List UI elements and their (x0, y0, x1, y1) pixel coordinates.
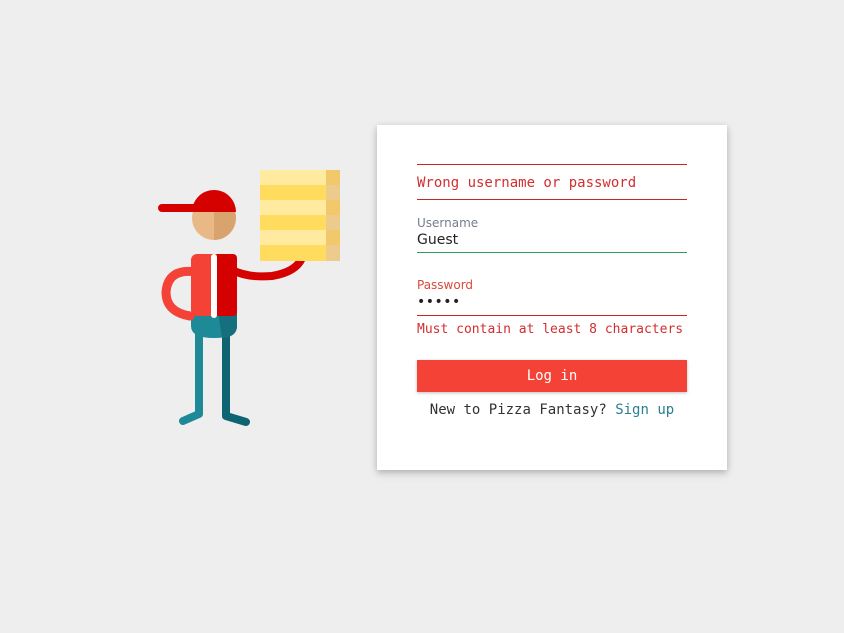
strap (211, 254, 217, 318)
cap-brim (158, 204, 198, 212)
password-underline (417, 315, 687, 316)
username-field: Username (417, 216, 687, 253)
password-hint: Must contain at least 8 characters (417, 322, 684, 337)
login-button[interactable]: Log in (417, 360, 687, 392)
username-input[interactable] (417, 230, 687, 250)
torso-shade (214, 254, 237, 316)
signup-prompt: New to Pizza Fantasy? (429, 402, 616, 418)
leg-front (179, 314, 203, 425)
login-form: Wrong username or password Username Pass… (417, 164, 687, 418)
login-card: Wrong username or password Username Pass… (377, 125, 727, 470)
signup-link[interactable]: Sign up (615, 402, 674, 418)
cap (192, 190, 236, 212)
username-label: Username (417, 216, 479, 230)
error-banner: Wrong username or password (417, 164, 687, 200)
password-field: Password ••••• (417, 278, 687, 316)
password-label: Password (417, 278, 474, 292)
password-input[interactable]: ••••• (417, 292, 687, 312)
pizza-boxes (260, 170, 340, 261)
username-underline (417, 252, 687, 253)
page: Wrong username or password Username Pass… (0, 0, 844, 633)
pizza-delivery-illustration (158, 170, 340, 426)
signup-row: New to Pizza Fantasy? Sign up (417, 402, 687, 418)
